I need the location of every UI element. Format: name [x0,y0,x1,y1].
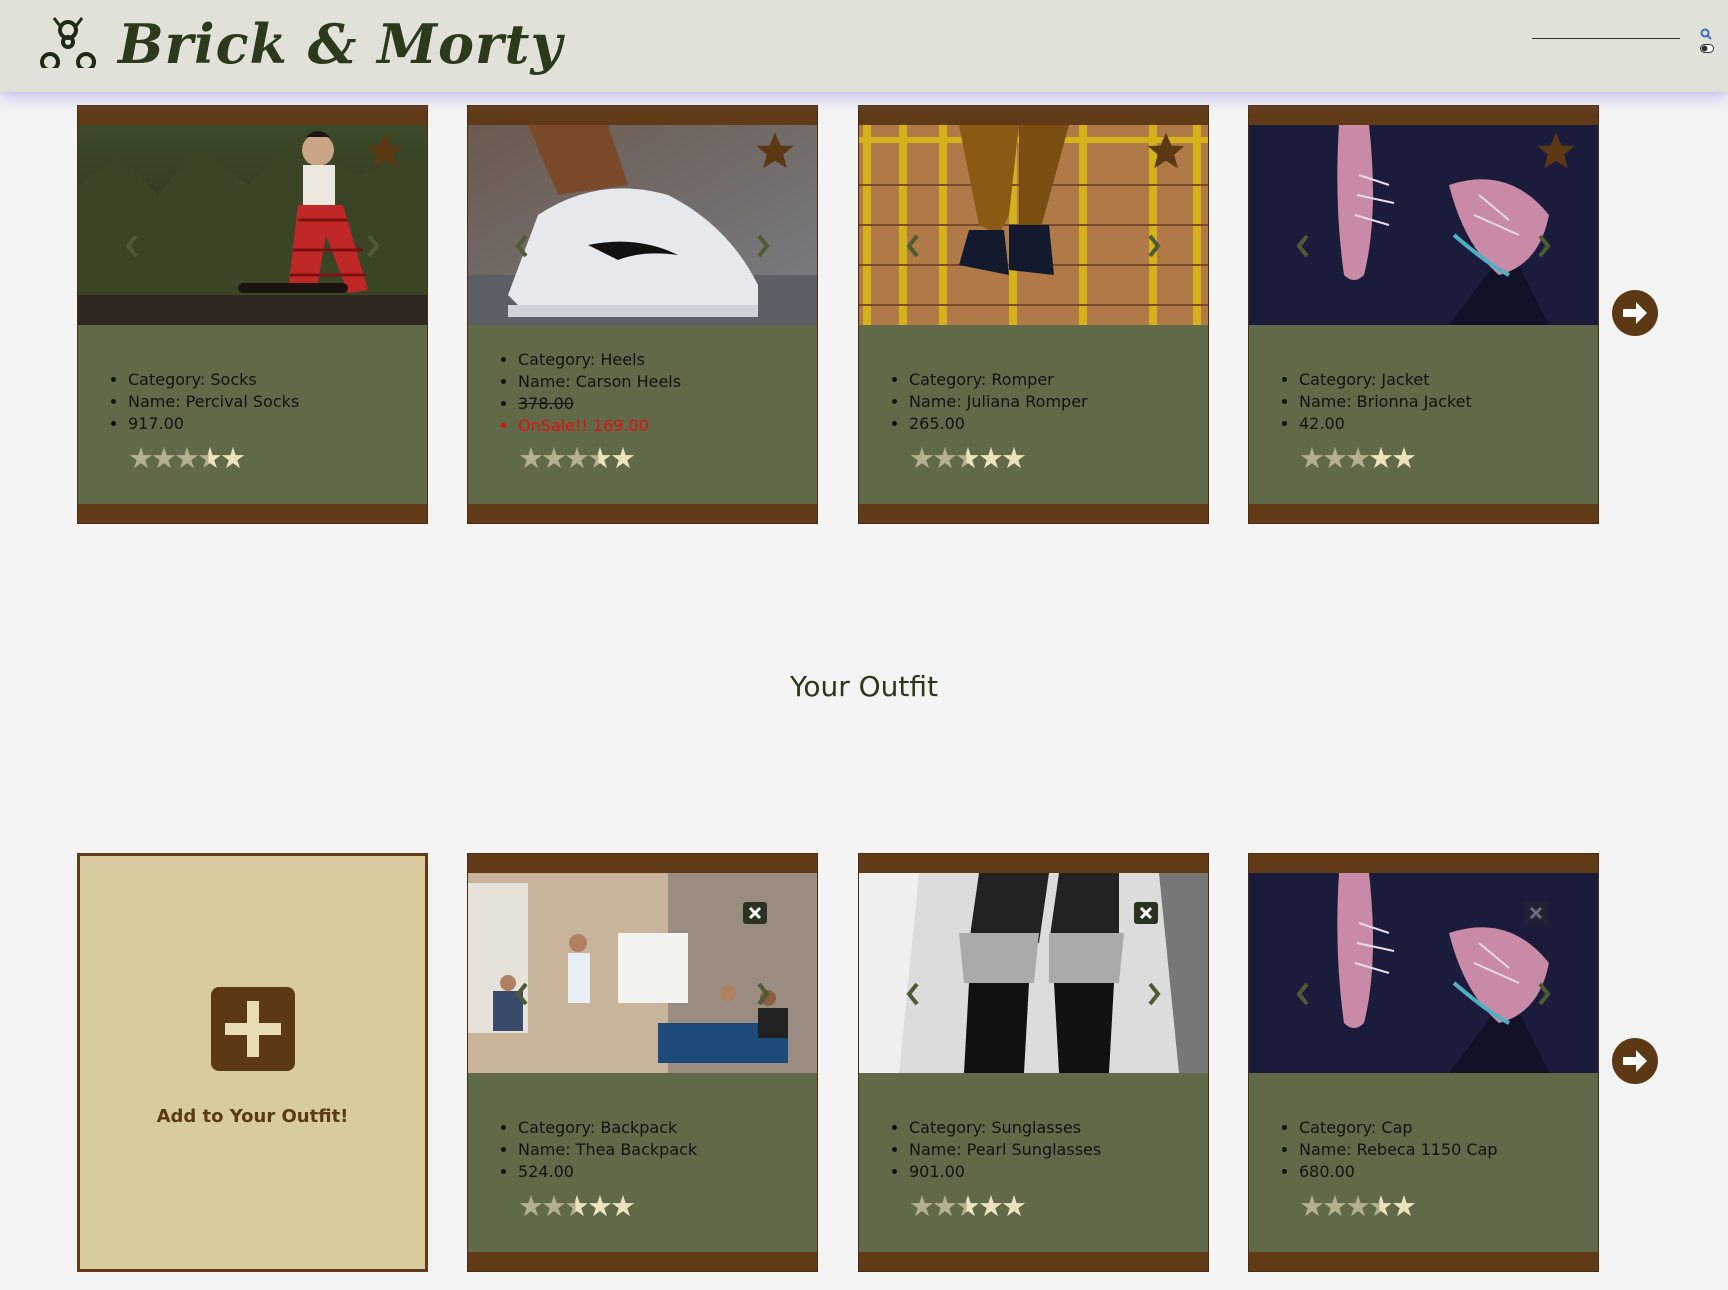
product-price: 917.00 [128,413,428,435]
product-name: Name: Pearl Sunglasses [909,1139,1209,1161]
product-image[interactable] [859,873,1208,1073]
product-image[interactable] [859,125,1208,325]
product-info: Category: Sunglasses Name: Pearl Sunglas… [859,1073,1208,1252]
favorite-star-icon[interactable] [363,129,407,173]
product-image[interactable] [1249,873,1598,1073]
star-rating: ★★★★★ [909,1189,1027,1223]
remove-close-icon[interactable] [1524,902,1548,924]
product-card[interactable]: Category: Jacket Name: Brionna Jacket 42… [1248,105,1599,524]
product-category: Category: Romper [909,369,1209,391]
outfit-card[interactable]: Category: Sunglasses Name: Pearl Sunglas… [858,853,1209,1272]
image-prev-arrow-icon[interactable] [512,979,532,1009]
product-info: Category: Backpack Name: Thea Backpack 5… [468,1073,817,1252]
remove-close-icon[interactable] [1134,902,1158,924]
product-price: 42.00 [1299,413,1599,435]
remove-close-icon[interactable] [743,902,767,924]
product-info: Category: Romper Name: Juliana Romper 26… [859,325,1208,504]
product-category: Category: Jacket [1299,369,1599,391]
outfit-card[interactable]: Category: Backpack Name: Thea Backpack 5… [467,853,818,1272]
image-next-arrow-icon[interactable] [363,231,383,261]
product-category: Category: Cap [1299,1117,1599,1139]
outfit-card[interactable]: Category: Cap Name: Rebeca 1150 Cap 680.… [1248,853,1599,1272]
image-next-arrow-icon[interactable] [753,231,773,261]
product-name: Name: Carson Heels [518,371,818,393]
favorite-star-icon[interactable] [1144,129,1188,173]
product-category: Category: Backpack [518,1117,818,1139]
product-price: 901.00 [909,1161,1209,1183]
search-icon[interactable] [1700,28,1712,40]
image-next-arrow-icon[interactable] [753,979,773,1009]
outfit-section-title: Your Outfit [789,670,939,703]
image-prev-arrow-icon[interactable] [1293,231,1313,261]
favorite-star-icon[interactable] [753,129,797,173]
image-next-arrow-icon[interactable] [1534,231,1554,261]
product-price: 265.00 [909,413,1209,435]
star-rating: ★★★★★ [128,441,246,475]
product-image[interactable] [78,125,427,325]
image-prev-arrow-icon[interactable] [512,231,532,261]
product-price: 524.00 [518,1161,818,1183]
product-name: Name: Juliana Romper [909,391,1209,413]
product-info: Category: Socks Name: Percival Socks 917… [78,325,427,504]
image-prev-arrow-icon[interactable] [122,231,142,261]
product-category: Category: Sunglasses [909,1117,1209,1139]
product-name: Name: Percival Socks [128,391,428,413]
product-info: Category: Jacket Name: Brionna Jacket 42… [1249,325,1598,504]
theme-toggle-icon[interactable] [1700,44,1714,53]
product-info: Category: Cap Name: Rebeca 1150 Cap 680.… [1249,1073,1598,1252]
product-name: Name: Thea Backpack [518,1139,818,1161]
star-rating: ★★★★★ [1299,441,1417,475]
product-category: Category: Heels [518,349,818,371]
image-next-arrow-icon[interactable] [1144,231,1164,261]
product-card[interactable]: Category: Heels Name: Carson Heels 378.0… [467,105,818,524]
arrow-circle-right-icon[interactable] [1612,290,1658,336]
add-to-outfit-label: Add to Your Outfit! [156,1106,349,1127]
search-underline [1532,38,1680,39]
image-prev-arrow-icon[interactable] [1293,979,1313,1009]
image-next-arrow-icon[interactable] [1534,979,1554,1009]
image-prev-arrow-icon[interactable] [903,979,923,1009]
product-image[interactable] [1249,125,1598,325]
search-input[interactable] [1532,16,1684,40]
arrow-circle-right-icon[interactable] [1612,1038,1658,1084]
plus-square-icon [211,987,295,1071]
brand-title[interactable]: Brick & Morty [118,12,563,76]
product-name: Name: Rebeca 1150 Cap [1299,1139,1599,1161]
favorite-star-icon[interactable] [1534,129,1578,173]
product-price: 680.00 [1299,1161,1599,1183]
site-header: Brick & Morty [0,0,1728,92]
star-rating: ★★★★★ [909,441,1027,475]
product-image[interactable] [468,125,817,325]
star-rating: ★★★★★ [518,441,636,475]
star-rating: ★★★★★ [1299,1189,1417,1223]
product-info: Category: Heels Name: Carson Heels 378.0… [468,325,817,504]
product-card[interactable]: Category: Socks Name: Percival Socks 917… [77,105,428,524]
product-category: Category: Socks [128,369,428,391]
product-original-price: 378.00 [518,393,818,415]
add-to-outfit-button[interactable]: Add to Your Outfit! [77,853,428,1272]
image-prev-arrow-icon[interactable] [903,231,923,261]
product-card[interactable]: Category: Romper Name: Juliana Romper 26… [858,105,1209,524]
product-name: Name: Brionna Jacket [1299,391,1599,413]
biohazard-icon[interactable] [40,12,96,68]
star-rating: ★★★★★ [518,1189,636,1223]
image-next-arrow-icon[interactable] [1144,979,1164,1009]
product-sale-price: OnSale!! 169.00 [518,415,818,437]
product-image[interactable] [468,873,817,1073]
